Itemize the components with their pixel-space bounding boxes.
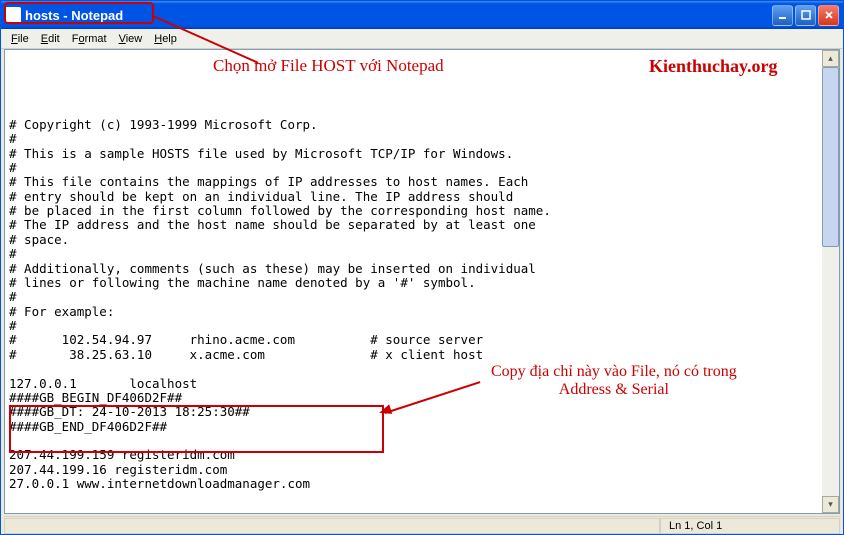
vertical-scrollbar[interactable]: ▴ ▾ (822, 50, 839, 513)
close-button[interactable] (818, 5, 839, 26)
notepad-icon (5, 7, 21, 23)
menubar: File Edit Format View Help (1, 29, 843, 49)
maximize-button[interactable] (795, 5, 816, 26)
status-spacer (4, 518, 660, 534)
scroll-down-button[interactable]: ▾ (822, 496, 839, 513)
titlebar: hosts - Notepad (1, 1, 843, 29)
menu-file[interactable]: File (5, 31, 35, 47)
notepad-window: hosts - Notepad File Edit Format View He… (0, 0, 844, 535)
menu-edit[interactable]: Edit (35, 31, 66, 47)
scroll-up-button[interactable]: ▴ (822, 50, 839, 67)
scroll-thumb[interactable] (822, 67, 839, 247)
editor-area: # Copyright (c) 1993-1999 Microsoft Corp… (4, 49, 840, 514)
menu-format[interactable]: Format (66, 31, 113, 47)
window-title: hosts - Notepad (25, 8, 772, 23)
text-editor[interactable]: # Copyright (c) 1993-1999 Microsoft Corp… (5, 50, 822, 513)
statusbar: Ln 1, Col 1 (4, 516, 840, 534)
status-position: Ln 1, Col 1 (660, 518, 840, 534)
menu-view[interactable]: View (113, 31, 149, 47)
minimize-button[interactable] (772, 5, 793, 26)
menu-help[interactable]: Help (148, 31, 183, 47)
